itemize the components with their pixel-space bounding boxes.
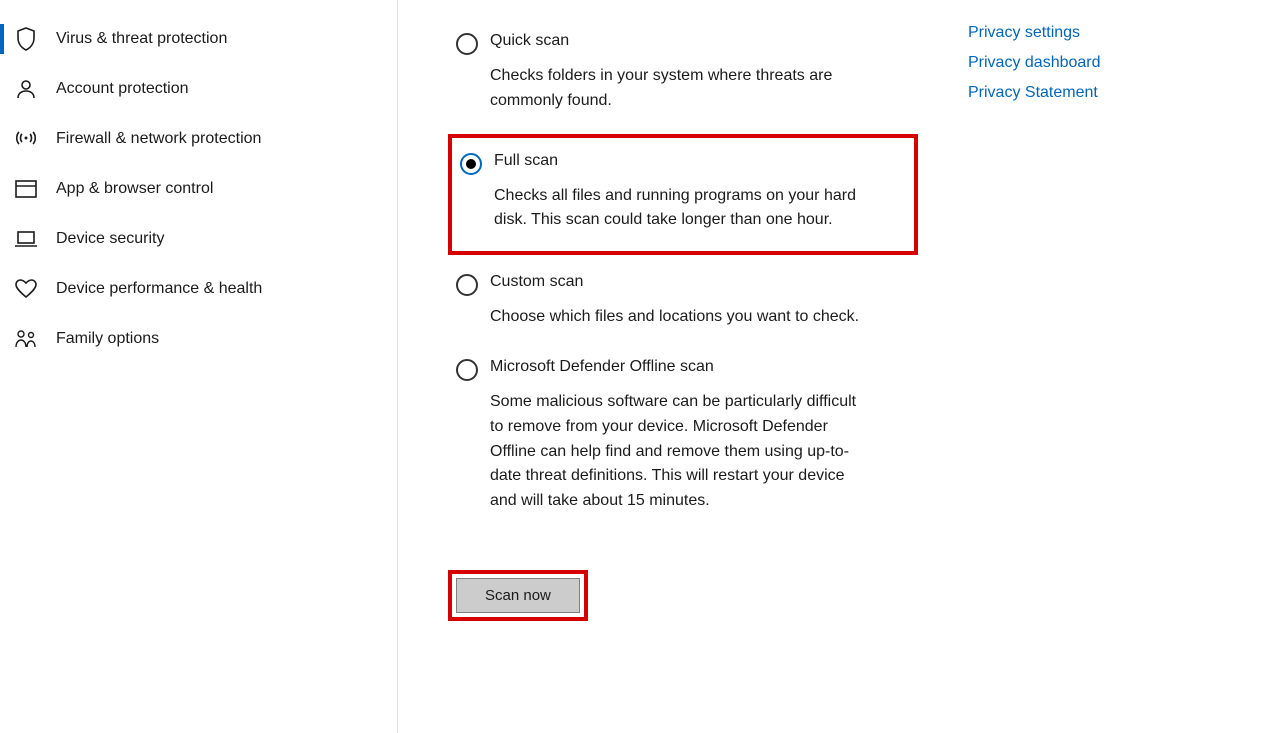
sidebar: Virus & threat protection Account protec… (0, 0, 398, 733)
main-content: Quick scan Checks folders in your system… (398, 0, 1265, 733)
active-accent (0, 24, 4, 54)
radio-full-scan[interactable]: Full scan Checks all files and running p… (448, 134, 918, 256)
antenna-icon (14, 127, 38, 151)
radio-button[interactable] (456, 359, 478, 381)
scan-now-highlight: Scan now (448, 570, 588, 621)
nav-label: Account protection (56, 80, 189, 98)
nav-label: Family options (56, 330, 159, 348)
radio-desc: Checks folders in your system where thre… (490, 64, 870, 114)
radio-button[interactable] (456, 33, 478, 55)
window-icon (14, 177, 38, 201)
nav-label: Virus & threat protection (56, 30, 227, 48)
radio-custom-scan[interactable]: Custom scan Choose which files and locat… (448, 265, 918, 344)
radio-button[interactable] (456, 274, 478, 296)
shield-icon (14, 27, 38, 51)
link-privacy-dashboard[interactable]: Privacy dashboard (968, 54, 1101, 72)
nav-account-protection[interactable]: Account protection (0, 64, 397, 114)
nav-label: Device performance & health (56, 280, 262, 298)
nav-firewall[interactable]: Firewall & network protection (0, 114, 397, 164)
nav-virus-threat[interactable]: Virus & threat protection (0, 14, 397, 64)
radio-title: Microsoft Defender Offline scan (490, 358, 870, 376)
radio-title: Full scan (494, 152, 874, 170)
radio-title: Quick scan (490, 32, 870, 50)
privacy-links: Privacy settings Privacy dashboard Priva… (968, 24, 1101, 733)
scan-now-button[interactable]: Scan now (456, 578, 580, 613)
laptop-icon (14, 227, 38, 251)
heart-icon (14, 277, 38, 301)
nav-label: Device security (56, 230, 164, 248)
nav-label: Firewall & network protection (56, 130, 261, 148)
nav-app-browser[interactable]: App & browser control (0, 164, 397, 214)
nav-family-options[interactable]: Family options (0, 314, 397, 364)
link-privacy-statement[interactable]: Privacy Statement (968, 84, 1101, 102)
radio-button[interactable] (460, 153, 482, 175)
radio-quick-scan[interactable]: Quick scan Checks folders in your system… (448, 24, 918, 128)
link-privacy-settings[interactable]: Privacy settings (968, 24, 1101, 42)
nav-device-performance[interactable]: Device performance & health (0, 264, 397, 314)
radio-desc: Choose which files and locations you wan… (490, 305, 859, 330)
nav-device-security[interactable]: Device security (0, 214, 397, 264)
radio-title: Custom scan (490, 273, 859, 291)
family-icon (14, 327, 38, 351)
radio-offline-scan[interactable]: Microsoft Defender Offline scan Some mal… (448, 350, 918, 528)
nav-label: App & browser control (56, 180, 213, 198)
person-icon (14, 77, 38, 101)
radio-desc: Checks all files and running programs on… (494, 184, 874, 234)
radio-desc: Some malicious software can be particula… (490, 390, 870, 514)
